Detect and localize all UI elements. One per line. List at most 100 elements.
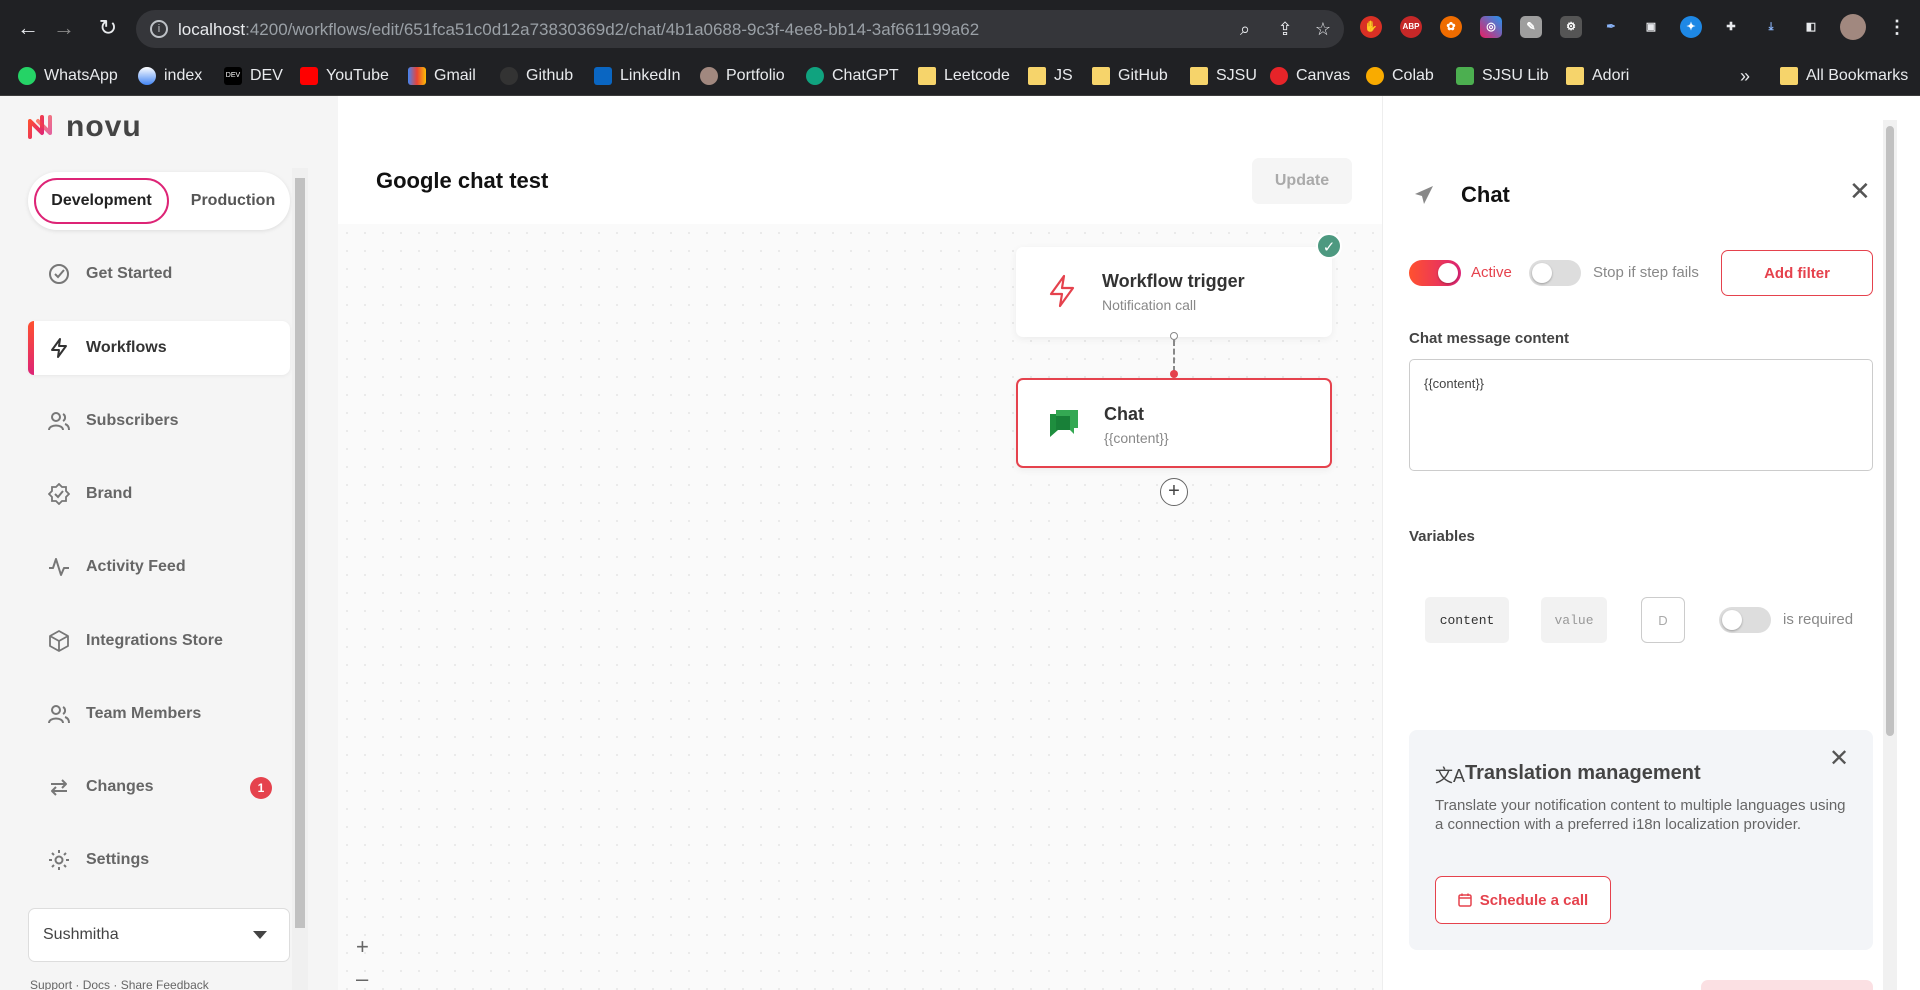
extension-red-icon[interactable]: ✋	[1360, 16, 1382, 38]
logo[interactable]: novu	[26, 110, 142, 144]
zoom-out-button[interactable]: –	[356, 966, 368, 990]
site-info-icon[interactable]: i	[150, 20, 168, 38]
chat-content-editor[interactable]: {{content}}	[1409, 359, 1873, 471]
bookmark-linkedin[interactable]: LinkedIn	[594, 64, 681, 88]
eyedropper-icon[interactable]: ✒	[1600, 16, 1622, 38]
toggle-knob	[1532, 263, 1552, 283]
close-icon[interactable]: ✕	[1829, 744, 1849, 773]
bookmark-sjsu-lib[interactable]: SJSU Lib	[1456, 64, 1549, 88]
extension-blue-icon[interactable]: ✦	[1680, 16, 1702, 38]
box-icon	[49, 630, 69, 652]
extension-gear-icon[interactable]: ⚙	[1560, 16, 1582, 38]
extension-color-icon[interactable]: ◎	[1480, 16, 1502, 38]
bookmark-github-folder[interactable]: GitHub	[1092, 64, 1168, 88]
bookmark-chatgpt[interactable]: ChatGPT	[806, 64, 899, 88]
workflow-canvas[interactable]: Workflow trigger Notification call ✓ Cha…	[338, 224, 1382, 990]
sidebar-item-workflows[interactable]: Workflows	[28, 321, 290, 375]
bookmark-portfolio[interactable]: Portfolio	[700, 64, 785, 88]
bookmark-sjsu[interactable]: SJSU	[1190, 64, 1257, 88]
workflow-header: Google chat test Update	[338, 96, 1382, 224]
star-icon[interactable]: ☆	[1312, 18, 1334, 40]
all-bookmarks[interactable]: All Bookmarks	[1780, 64, 1908, 88]
canvas-icon	[1270, 67, 1288, 85]
folder-icon	[1190, 67, 1208, 85]
update-button[interactable]: Update	[1252, 158, 1352, 204]
sidebar-footer[interactable]: Support · Docs · Share Feedback	[30, 978, 209, 990]
toggle-knob	[1722, 610, 1742, 630]
sidebar-item-activity-feed[interactable]: Activity Feed	[28, 540, 290, 594]
environment-switch: Development Production	[28, 172, 290, 230]
translate-icon: 文A	[1435, 766, 1466, 786]
bookmark-github[interactable]: Github	[500, 64, 573, 88]
bookmark-js[interactable]: JS	[1028, 64, 1073, 88]
google-chat-icon	[1050, 410, 1078, 437]
puzzle-icon[interactable]: ✚	[1720, 16, 1742, 38]
sidebar-item-brand[interactable]: Brand	[28, 467, 290, 521]
adblock-icon[interactable]: ABP	[1400, 16, 1422, 38]
more-bookmarks-icon[interactable]: »	[1740, 64, 1750, 88]
bookmark-youtube[interactable]: YouTube	[300, 64, 389, 88]
sidebar-item-label: Changes	[86, 778, 154, 795]
add-step-button[interactable]: +	[1160, 478, 1188, 506]
chat-content-label: Chat message content	[1409, 330, 1570, 347]
app-root: novu Development Production Get Started …	[0, 96, 1920, 990]
schedule-call-button[interactable]: Schedule a call	[1435, 876, 1611, 924]
panel-scrollbar[interactable]	[1883, 120, 1897, 990]
bookmark-adori[interactable]: Adori	[1566, 64, 1629, 88]
sidebar-item-integrations-store[interactable]: Integrations Store	[28, 614, 290, 668]
sidebar-item-changes[interactable]: Changes 1	[28, 760, 290, 814]
sidepanel-icon[interactable]: ◧	[1800, 16, 1822, 38]
sidebar-item-get-started[interactable]: Get Started	[28, 247, 290, 301]
is-required-toggle[interactable]	[1719, 607, 1771, 633]
profile-avatar[interactable]	[1840, 14, 1866, 40]
panel-title: Chat	[1461, 182, 1510, 207]
bookmark-dev[interactable]: DEV DEV	[224, 64, 283, 88]
connector-handle-top[interactable]	[1170, 332, 1178, 340]
bookmark-leetcode[interactable]: Leetcode	[918, 64, 1010, 88]
variable-name-chip: content	[1425, 597, 1509, 643]
extension-orange-icon[interactable]: ✿	[1440, 16, 1462, 38]
sidebar-scrollbar[interactable]	[292, 168, 308, 990]
bookmark-index[interactable]: index	[138, 64, 202, 88]
env-production-button[interactable]: Production	[178, 178, 288, 224]
bookmark-whatsapp[interactable]: WhatsApp	[18, 64, 118, 88]
bookmark-colab[interactable]: Colab	[1366, 64, 1434, 88]
forward-icon[interactable]: →	[50, 14, 78, 42]
success-check-icon: ✓	[1316, 233, 1342, 259]
bookmark-canvas[interactable]: Canvas	[1270, 64, 1350, 88]
sidebar-scroll-thumb[interactable]	[295, 178, 305, 928]
translation-description: Translate your notification content to m…	[1435, 797, 1846, 833]
trigger-node[interactable]: Workflow trigger Notification call	[1016, 247, 1332, 337]
stop-if-fails-toggle[interactable]	[1529, 260, 1581, 286]
env-development-button[interactable]: Development	[34, 178, 169, 224]
share-icon[interactable]: ⇪	[1274, 18, 1296, 40]
back-icon[interactable]: ←	[14, 14, 42, 42]
variable-default-input[interactable]: D	[1641, 597, 1685, 643]
sidebar-item-subscribers[interactable]: Subscribers	[28, 394, 290, 448]
sidebar-item-settings[interactable]: Settings	[28, 833, 290, 887]
zoom-in-button[interactable]: +	[356, 934, 369, 960]
sidebar-item-team-members[interactable]: Team Members	[28, 687, 290, 741]
chat-node[interactable]: Chat {{content}}	[1016, 378, 1332, 468]
bookmark-gmail[interactable]: Gmail	[408, 64, 476, 88]
menu-dots-icon[interactable]: ⋮	[1886, 16, 1908, 38]
connector-handle-bottom[interactable]	[1170, 370, 1178, 378]
address-bar[interactable]: i localhost:4200/workflows/edit/651fca51…	[136, 10, 1344, 48]
reload-icon[interactable]: ↻	[94, 14, 122, 42]
variable-value-input[interactable]: value	[1541, 597, 1607, 643]
team-icon	[48, 705, 70, 724]
organization-select[interactable]: Sushmitha	[28, 908, 290, 962]
add-filter-button[interactable]: Add filter	[1721, 250, 1873, 296]
window-icon[interactable]: ▣	[1640, 16, 1662, 38]
panel-bottom-button[interactable]	[1701, 980, 1873, 990]
sidebar-item-label: Subscribers	[86, 412, 179, 429]
active-toggle[interactable]	[1409, 260, 1461, 286]
url-text[interactable]: localhost:4200/workflows/edit/651fca51c0…	[178, 20, 979, 40]
zoom-icon[interactable]: ⌕	[1234, 18, 1256, 40]
bolt-icon	[1049, 274, 1075, 308]
close-icon[interactable]: ✕	[1849, 176, 1871, 207]
panel-scroll-thumb[interactable]	[1886, 126, 1894, 736]
download-icon[interactable]: ⤓	[1760, 16, 1782, 38]
extension-gray-icon[interactable]: ✎	[1520, 16, 1542, 38]
page-title[interactable]: Google chat test	[376, 168, 548, 194]
